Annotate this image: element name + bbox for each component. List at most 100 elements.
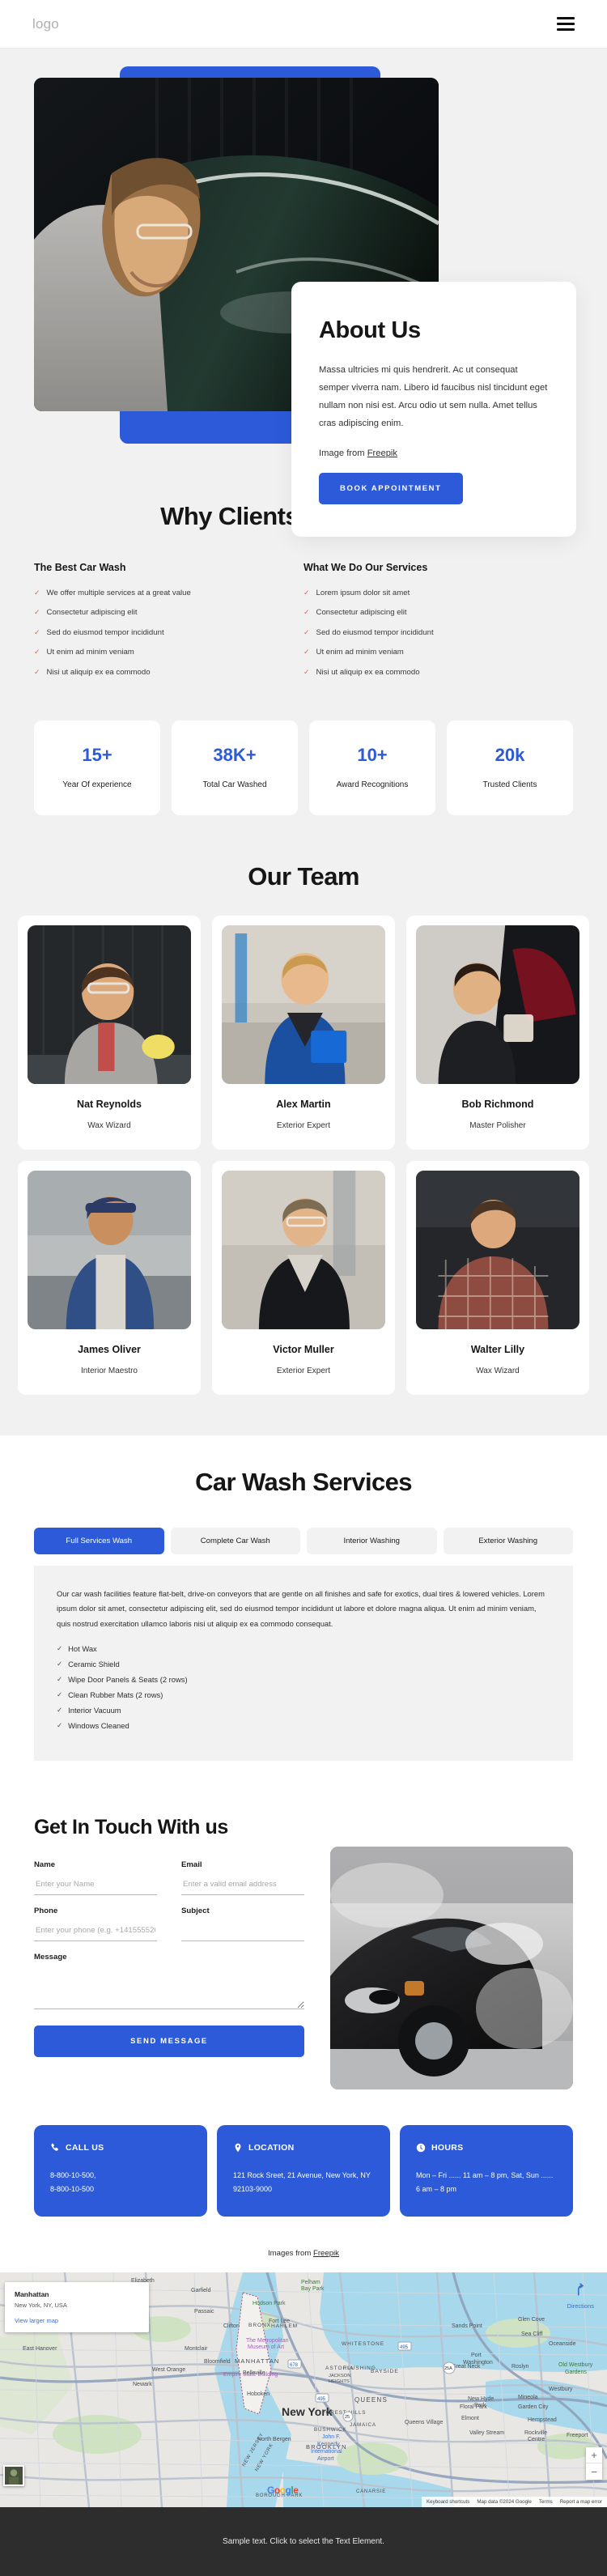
team-member-card[interactable]: James Oliver Interior Maestro — [18, 1161, 201, 1396]
check-icon: ✓ — [57, 1644, 63, 1653]
service-item-label: Interior Vacuum — [68, 1706, 121, 1715]
phone-field-group: Phone — [34, 1906, 157, 1942]
tab-full-services-wash[interactable]: Full Services Wash — [34, 1528, 164, 1555]
team-member-card[interactable]: Walter Lilly Wax Wizard — [405, 1161, 589, 1396]
team-member-photo — [415, 925, 579, 1085]
svg-text:Freeport: Freeport — [567, 2433, 588, 2438]
why-column-1: The Best Car Wash ✓ We offer multiple ser… — [34, 562, 304, 687]
svg-text:JAMAICA: JAMAICA — [350, 2422, 376, 2428]
map-place-address: New York, NY, USA — [15, 2302, 67, 2310]
subject-label: Subject — [181, 1906, 210, 1916]
services-feature-list: ✓ Hot Wax ✓ Ceramic Shield ✓ Wipe Door Pane… — [57, 1644, 550, 1730]
message-textarea[interactable] — [34, 1967, 304, 2010]
team-member-role: Interior Maestro — [80, 1367, 138, 1376]
stat-card: 38K+ Total Car Washed — [172, 721, 298, 816]
team-member-name: Bob Richmond — [461, 1099, 534, 1111]
book-appointment-button[interactable]: BOOK APPOINTMENT — [319, 473, 463, 505]
svg-text:Oceanside: Oceanside — [549, 2341, 576, 2347]
service-item-label: Wipe Door Panels & Seats (2 rows) — [68, 1675, 188, 1685]
service-item-label: Ceramic Shield — [68, 1660, 120, 1669]
footer-sample-text[interactable]: Sample text. Click to select the Text El… — [223, 2537, 384, 2546]
contact-image — [330, 1847, 573, 2090]
page-root: logo About Us Massa ultricies mi quis he… — [0, 0, 607, 2576]
checklist-label: Lorem ipsum dolor sit amet — [316, 589, 410, 597]
checklist-label: We offer multiple services at a great va… — [46, 589, 191, 597]
call-us-header: CALL US — [50, 2143, 191, 2153]
name-input[interactable] — [34, 1875, 157, 1896]
map-data-label: Map data ©2024 Google — [477, 2499, 532, 2506]
images-credit-prefix: Images from — [268, 2249, 313, 2259]
team-member-name: Walter Lilly — [470, 1344, 525, 1356]
service-item: ✓ Interior Vacuum — [57, 1706, 550, 1715]
team-member-role: Exterior Expert — [276, 1121, 331, 1131]
service-item: ✓ Clean Rubber Mats (2 rows) — [57, 1690, 550, 1699]
about-image-credit: Image from Freepik — [319, 448, 549, 458]
svg-text:Westbury: Westbury — [549, 2387, 573, 2392]
services-tabs: Full Services Wash Complete Car Wash Int… — [34, 1528, 573, 1555]
view-larger-map-link[interactable]: View larger map — [15, 2317, 139, 2324]
site-footer: Sample text. Click to select the Text El… — [0, 2507, 607, 2576]
svg-text:Rockville: Rockville — [524, 2430, 547, 2436]
check-icon: ✓ — [304, 667, 310, 676]
map-directions[interactable]: Directions — [567, 2282, 594, 2310]
freepik-link[interactable]: Freepik — [367, 448, 397, 458]
tab-exterior-washing[interactable]: Exterior Washing — [443, 1528, 573, 1555]
subject-input[interactable] — [181, 1921, 304, 1942]
directions-label: Directions — [567, 2302, 594, 2310]
hamburger-icon[interactable] — [557, 17, 575, 31]
svg-text:MANHATTAN: MANHATTAN — [235, 2357, 279, 2365]
member-photo-art — [415, 925, 579, 1085]
why-column-1-list: ✓ We offer multiple services at a great v… — [34, 588, 271, 678]
check-icon: ✓ — [304, 648, 310, 657]
checklist-item: ✓ Nisi ut aliquip ex ea commodo — [34, 667, 271, 678]
svg-text:Sands Point: Sands Point — [452, 2323, 482, 2329]
team-member-card[interactable]: Bob Richmond Master Polisher — [405, 916, 589, 1150]
directions-icon — [578, 2283, 584, 2296]
zoom-out-button[interactable]: − — [586, 2463, 602, 2480]
service-item: ✓ Ceramic Shield — [57, 1660, 550, 1668]
terms-link[interactable]: Terms — [539, 2499, 553, 2505]
checklist-item: ✓ Nisi ut aliquip ex ea commodo — [304, 667, 541, 678]
service-item-label: Clean Rubber Mats (2 rows) — [68, 1690, 163, 1700]
team-member-card[interactable]: Victor Muller Exterior Expert — [211, 1161, 395, 1396]
team-grid: Nat Reynolds Wax Wizard Alex Martin Exte… — [18, 916, 589, 1396]
street-view-art — [5, 2467, 23, 2485]
svg-text:QUEENS: QUEENS — [354, 2396, 388, 2404]
hours-card: HOURS Mon – Fri ...... 11 am – 8 pm, Sat… — [400, 2125, 573, 2217]
svg-text:Fort Lee: Fort Lee — [269, 2319, 290, 2324]
tab-complete-car-wash[interactable]: Complete Car Wash — [170, 1528, 300, 1555]
check-icon: ✓ — [34, 667, 40, 676]
keyboard-shortcuts-label[interactable]: Keyboard shortcuts — [427, 2499, 469, 2505]
svg-text:Sea Cliff: Sea Cliff — [521, 2332, 542, 2337]
zoom-in-button[interactable]: + — [586, 2447, 602, 2464]
freepik-link-footer[interactable]: Freepik — [313, 2249, 339, 2258]
check-icon: ✓ — [304, 608, 310, 617]
svg-text:HEIGHTS: HEIGHTS — [329, 2379, 350, 2384]
map-section[interactable]: New York MANHATTAN QUEENS BROOKLYN BRONX… — [0, 2272, 607, 2508]
team-member-card[interactable]: Nat Reynolds Wax Wizard — [18, 916, 201, 1150]
send-message-button[interactable]: SEND MESSAGE — [34, 2026, 304, 2058]
svg-text:The Metropolitan: The Metropolitan — [246, 2338, 289, 2344]
call-us-line-1: 8-800-10-500, — [50, 2171, 96, 2180]
report-map-error-link[interactable]: Report a map error — [560, 2499, 602, 2505]
site-logo[interactable]: logo — [32, 16, 59, 32]
team-member-name: James Oliver — [78, 1344, 141, 1356]
service-item-label: Hot Wax — [68, 1644, 97, 1654]
check-icon: ✓ — [34, 627, 40, 636]
svg-text:Bay Park: Bay Park — [301, 2286, 325, 2292]
tab-interior-washing[interactable]: Interior Washing — [307, 1528, 437, 1555]
location-line-1: 121 Rock Sreet, 21 Avenue, New York, NY — [233, 2171, 371, 2180]
message-field-group: Message — [34, 1953, 304, 2010]
svg-text:Mineola: Mineola — [518, 2395, 538, 2400]
svg-text:BUSHWICK: BUSHWICK — [314, 2427, 346, 2433]
service-item: ✓ Hot Wax — [57, 1644, 550, 1653]
about-body: Massa ultricies mi quis hendrerit. Ac ut… — [319, 365, 548, 428]
svg-text:Elmont: Elmont — [461, 2416, 479, 2421]
email-input[interactable] — [181, 1875, 304, 1896]
svg-text:East Hanover: East Hanover — [23, 2346, 57, 2352]
phone-input[interactable] — [34, 1921, 157, 1942]
team-member-card[interactable]: Alex Martin Exterior Expert — [211, 916, 395, 1150]
map-street-view-thumbnail[interactable] — [3, 2465, 24, 2487]
map-zoom-controls[interactable]: + − — [586, 2447, 602, 2480]
svg-text:Port: Port — [471, 2353, 482, 2358]
